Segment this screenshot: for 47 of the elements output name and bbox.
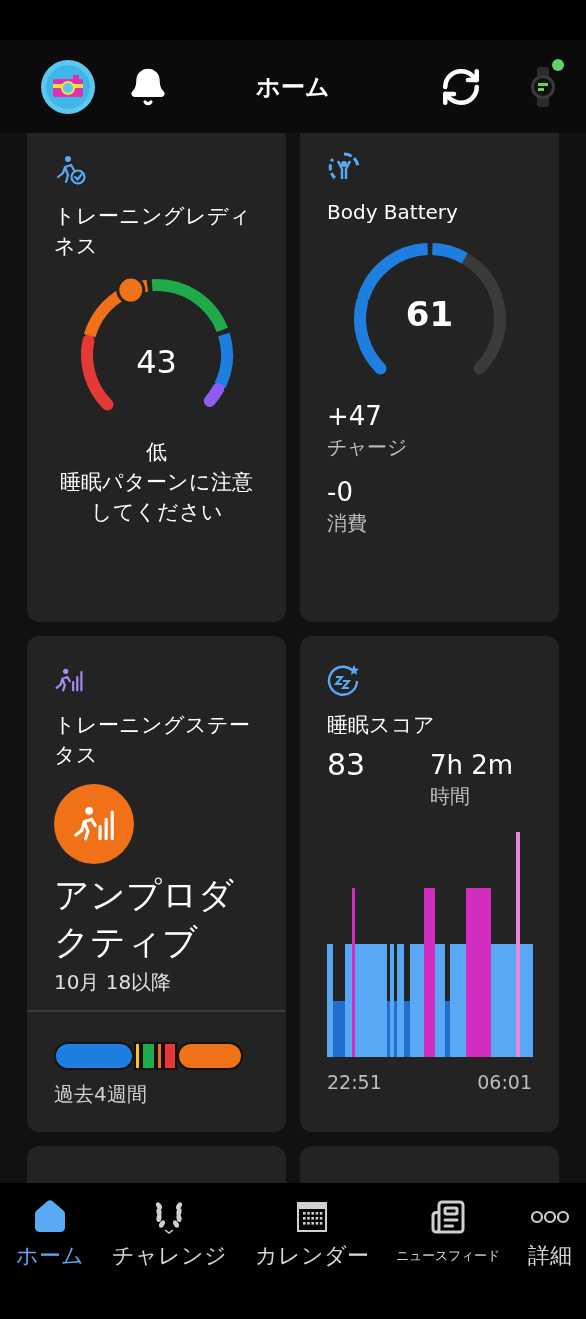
profile-avatar[interactable] bbox=[40, 58, 96, 115]
body-battery-value: 61 bbox=[405, 297, 454, 331]
readiness-level: 低 bbox=[146, 439, 167, 466]
deep-sleep-bar bbox=[445, 1001, 450, 1057]
charge-label: チャージ bbox=[327, 434, 408, 461]
sleep-duration: 7h 2m bbox=[430, 749, 514, 782]
training-status: アンプロダクティブ bbox=[54, 874, 235, 964]
deep-sleep-bar bbox=[387, 1001, 390, 1057]
nav-tab[interactable]: カレンダー bbox=[254, 1199, 369, 1273]
nav-tab[interactable]: ニュースフィード bbox=[396, 1199, 501, 1273]
notifications-button[interactable] bbox=[128, 66, 168, 107]
card-title: トレーニングステータス bbox=[54, 712, 251, 769]
sleep-score-card[interactable]: 睡眠スコア 83 7h 2m 時間 22:51 06:01 bbox=[300, 636, 559, 1132]
runner-bars-icon bbox=[54, 668, 84, 692]
training-readiness-card[interactable]: トレーニングレディネス 43 低 睡眠パターンに注意してください bbox=[27, 133, 286, 622]
sleep-end-time: 06:01 bbox=[477, 1070, 532, 1095]
charge-value: +47 bbox=[327, 400, 383, 433]
runner-bars-icon bbox=[72, 806, 116, 842]
training-status-card[interactable]: トレーニングステータス アンプロダクティブ 10月 18以降 過去4週間 bbox=[27, 636, 286, 1132]
nav-tab[interactable]: 詳細 bbox=[528, 1199, 572, 1273]
readiness-score: 43 bbox=[136, 345, 177, 379]
status-since: 10月 18以降 bbox=[54, 969, 173, 996]
nav-tab[interactable]: ホーム bbox=[16, 1199, 84, 1273]
card-title: Body Battery bbox=[327, 199, 459, 226]
card-title: トレーニングレディネス bbox=[54, 203, 252, 260]
body-battery-card[interactable]: Body Battery 61 +47 チャージ -0 消費 bbox=[300, 133, 559, 622]
calendar-icon bbox=[294, 1200, 329, 1234]
drain-label: 消費 bbox=[327, 510, 368, 537]
drain-value: -0 bbox=[327, 476, 354, 509]
more-icon bbox=[530, 1209, 570, 1225]
page-title: ホーム bbox=[256, 71, 330, 103]
deep-sleep-bar bbox=[394, 1001, 397, 1057]
sleep-icon bbox=[327, 664, 361, 698]
deep-sleep-bar bbox=[333, 1001, 345, 1057]
card-title: 睡眠スコア bbox=[327, 712, 436, 739]
sleep-start-time: 22:51 bbox=[327, 1070, 382, 1095]
deep-sleep-bar bbox=[404, 1001, 410, 1057]
home-icon bbox=[32, 1199, 68, 1235]
readiness-message: 睡眠パターンに注意してください bbox=[59, 469, 254, 526]
duration-label: 時間 bbox=[430, 783, 471, 810]
runner-check-icon bbox=[54, 155, 86, 185]
watch-button[interactable] bbox=[530, 66, 556, 107]
connected-status-dot bbox=[552, 58, 564, 71]
newspaper-icon bbox=[430, 1199, 467, 1235]
sleep-score: 83 bbox=[327, 748, 367, 782]
nav-tab[interactable]: チャレンジ bbox=[111, 1199, 227, 1273]
period-label: 過去4週間 bbox=[54, 1081, 148, 1108]
